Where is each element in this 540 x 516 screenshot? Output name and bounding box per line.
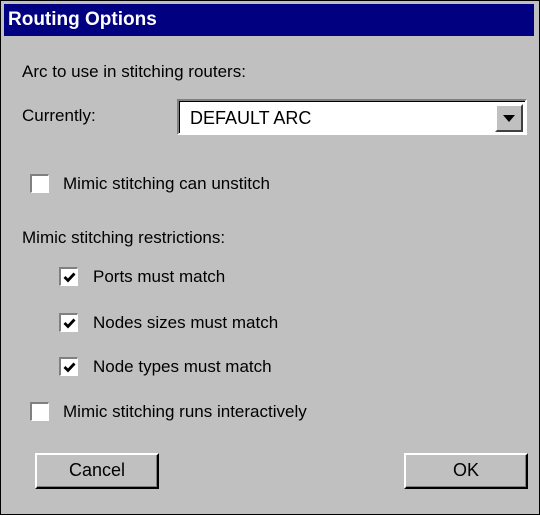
check-icon [63, 362, 76, 373]
node-types-match-checkbox[interactable] [59, 357, 78, 376]
dialog-title: Routing Options [4, 4, 534, 36]
mimic-interactive-label[interactable]: Mimic stitching runs interactively [63, 402, 307, 422]
dropdown-button[interactable] [495, 104, 523, 132]
restrictions-label: Mimic stitching restrictions: [22, 228, 226, 247]
check-icon [63, 272, 76, 283]
mimic-unstitch-label[interactable]: Mimic stitching can unstitch [63, 174, 270, 194]
mimic-interactive-checkbox[interactable] [30, 402, 49, 421]
ok-button[interactable]: OK [404, 453, 528, 489]
currently-label: Currently: [22, 106, 96, 125]
mimic-unstitch-checkbox[interactable] [30, 174, 49, 193]
node-sizes-match-checkbox[interactable] [59, 313, 78, 332]
node-sizes-match-label[interactable]: Nodes sizes must match [93, 313, 278, 333]
cancel-button[interactable]: Cancel [35, 453, 159, 489]
arc-select[interactable]: DEFAULT ARC [177, 99, 527, 135]
routing-options-dialog: Routing Options Arc to use in stitching … [0, 0, 540, 515]
arc-section-label: Arc to use in stitching routers: [22, 62, 246, 81]
arc-select-value: DEFAULT ARC [190, 108, 312, 128]
chevron-down-icon [503, 115, 515, 122]
ports-match-label[interactable]: Ports must match [93, 267, 225, 287]
check-icon [63, 318, 76, 329]
ports-match-checkbox[interactable] [59, 267, 78, 286]
node-types-match-label[interactable]: Node types must match [93, 357, 272, 377]
